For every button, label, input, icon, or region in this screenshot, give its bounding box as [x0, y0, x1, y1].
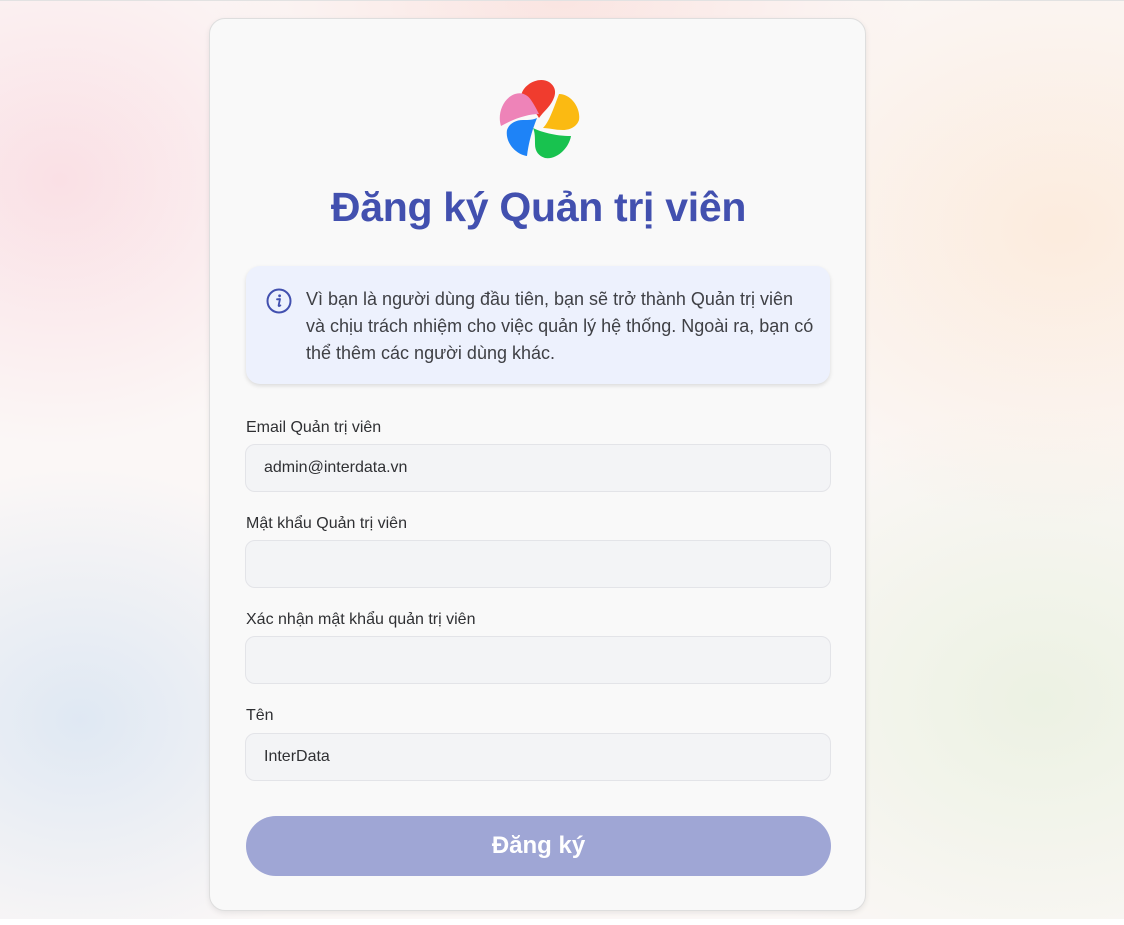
info-icon — [266, 288, 292, 314]
password-label: Mật khẩu Quản trị viên — [246, 515, 407, 532]
page-title: Đăng ký Quản trị viên — [330, 184, 747, 230]
top-divider — [0, 0, 1124, 1]
email-field[interactable] — [245, 444, 831, 492]
name-label: Tên — [246, 707, 274, 724]
confirm-password-label: Xác nhận mật khẩu quản trị viên — [246, 611, 476, 628]
register-button[interactable]: Đăng ký — [246, 816, 831, 876]
confirm-password-field[interactable] — [245, 636, 831, 684]
name-field[interactable] — [245, 733, 831, 781]
first-user-notice: Vì bạn là người dùng đầu tiên, bạn sẽ tr… — [246, 266, 830, 384]
password-field[interactable] — [245, 540, 831, 588]
email-label: Email Quản trị viên — [246, 419, 382, 436]
registration-card: Đăng ký Quản trị viên Vì bạn là người dù… — [209, 18, 866, 911]
notice-text: Vì bạn là người dùng đầu tiên, bạn sẽ tr… — [306, 289, 814, 363]
photo-flower-logo-icon — [497, 76, 581, 160]
bottom-strip — [0, 919, 1124, 925]
